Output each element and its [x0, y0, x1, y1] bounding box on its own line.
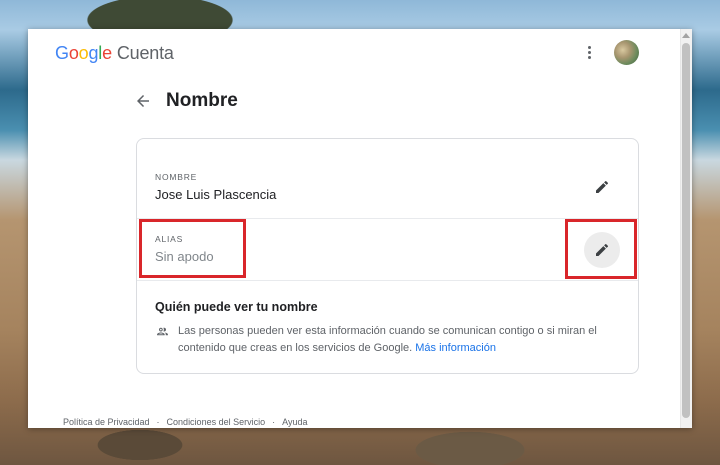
app-header: Google Cuenta: [28, 29, 680, 77]
product-name: Cuenta: [116, 43, 174, 63]
browser-window: Google Cuenta Nombre NOMBRE Jose Luis Pla…: [28, 29, 692, 428]
footer-separator: ·: [156, 417, 160, 427]
scroll-up-icon[interactable]: [682, 33, 690, 38]
people-icon: [156, 325, 169, 343]
name-label: NOMBRE: [155, 172, 198, 182]
help-link[interactable]: Ayuda: [282, 417, 307, 427]
edit-name-button[interactable]: [584, 169, 620, 205]
learn-more-link[interactable]: Más información: [415, 342, 496, 354]
logo-letter: g: [88, 43, 99, 63]
logo-letter: o: [68, 43, 79, 63]
avatar[interactable]: [614, 40, 639, 65]
arrow-back-icon[interactable]: [134, 92, 152, 110]
logo-letter: o: [78, 43, 89, 63]
pencil-icon: [596, 180, 609, 193]
visibility-text: Las personas pueden ver esta información…: [178, 325, 597, 354]
logo-letter: e: [102, 43, 112, 63]
vertical-scrollbar[interactable]: [680, 29, 692, 428]
more-vert-icon[interactable]: [578, 41, 600, 63]
logo-letter: G: [55, 43, 69, 63]
terms-link[interactable]: Condiciones del Servicio: [167, 417, 266, 427]
page-title: Nombre: [166, 90, 238, 111]
scroll-thumb[interactable]: [682, 43, 690, 418]
visibility-title: Quién puede ver tu nombre: [155, 300, 318, 314]
pencil-icon: [596, 243, 609, 256]
name-row: NOMBRE Jose Luis Plascencia: [137, 139, 638, 219]
name-card: NOMBRE Jose Luis Plascencia ALIAS Sin ap…: [136, 138, 639, 374]
alias-value[interactable]: Sin apodo: [155, 249, 214, 264]
privacy-link[interactable]: Política de Privacidad: [63, 417, 150, 427]
alias-row: ALIAS Sin apodo: [137, 219, 638, 281]
footer: Política de Privacidad · Condiciones del S…: [63, 417, 307, 427]
visibility-description: Las personas pueden ver esta información…: [178, 323, 618, 356]
edit-alias-button[interactable]: [584, 232, 620, 268]
footer-separator: ·: [272, 417, 276, 427]
name-value: Jose Luis Plascencia: [155, 187, 277, 202]
page-header: Nombre: [134, 87, 238, 115]
alias-label: ALIAS: [155, 234, 184, 244]
google-account-logo[interactable]: Google Cuenta: [55, 43, 174, 64]
